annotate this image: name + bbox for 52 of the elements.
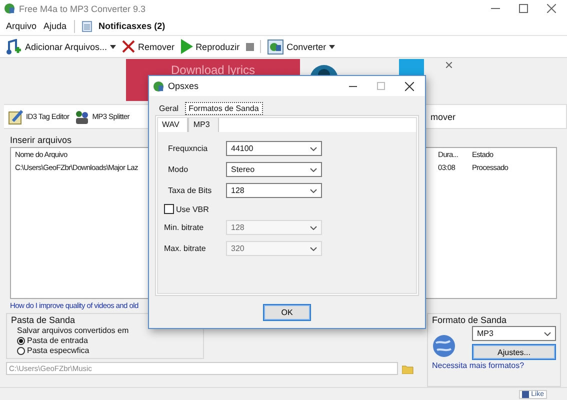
- notifications-menu[interactable]: Notificasxes (2): [98, 21, 166, 32]
- facebook-icon: [522, 390, 530, 398]
- field-label: Taxa de Bits: [167, 186, 213, 195]
- field-label: Min. bitrate: [164, 223, 205, 232]
- pencil-icon: [8, 108, 24, 125]
- chevron-down-icon: [310, 246, 317, 250]
- vbr-checkbox[interactable]: Use VBR: [164, 204, 408, 214]
- group-title: Pasta de Sanda: [11, 315, 76, 326]
- select-field[interactable]: 128: [226, 183, 322, 198]
- play-icon: [180, 39, 193, 54]
- music-note-add-icon: [6, 38, 22, 55]
- notepad-icon: [82, 20, 92, 32]
- chevron-down-icon: [310, 146, 317, 150]
- toolbar-dropdown[interactable]: Converter: [266, 38, 336, 55]
- caret-icon: [110, 44, 116, 49]
- chevron-down-icon: [310, 168, 317, 172]
- tab[interactable]: Geral: [155, 102, 183, 115]
- people-icon: [74, 108, 90, 125]
- field-label: Frequxncia: [167, 144, 209, 153]
- field-label: Modo: [167, 165, 190, 174]
- toolbar-button[interactable]: Reproduzir: [180, 39, 240, 54]
- caption: Salvar arquivos convertidos em: [17, 326, 130, 336]
- convert-icon: [266, 38, 284, 55]
- field-label: Max. bitrate: [164, 244, 207, 253]
- format-select[interactable]: MP3: [472, 326, 556, 342]
- app-icon: [4, 3, 15, 14]
- ok-button[interactable]: OK: [263, 304, 311, 320]
- caret-icon: [329, 44, 336, 49]
- window-title: Free M4a to MP3 Converter 9.3: [19, 4, 147, 14]
- radio-option[interactable]: Pasta especwfica: [17, 346, 199, 356]
- toolbar-button[interactable]: Remover: [122, 40, 175, 54]
- settings-button[interactable]: Ajustes...: [472, 344, 556, 360]
- group-title: Inserir arquivos: [10, 135, 73, 146]
- radio-option[interactable]: Pasta de entrada: [17, 336, 199, 346]
- tab[interactable]: Formatos de Sanda: [184, 102, 263, 115]
- group-title: Formato de Sanda: [432, 315, 508, 326]
- select-field[interactable]: 44100: [226, 141, 322, 156]
- more-formats-link[interactable]: Necessita mais formatos?: [432, 361, 556, 370]
- chevron-down-icon: [310, 188, 317, 192]
- x-icon: [122, 40, 136, 54]
- stop-icon: [246, 42, 254, 51]
- globe-icon: [432, 334, 456, 358]
- select-field[interactable]: Stereo: [226, 162, 322, 177]
- chevron-down-icon: [310, 226, 317, 230]
- chevron-down-icon: [544, 332, 551, 336]
- tab[interactable]: MP3: [188, 118, 219, 132]
- dialog-title: Opsxes: [168, 81, 200, 91]
- tool-button[interactable]: mover: [430, 112, 456, 122]
- toolbar-dropdown[interactable]: Adicionar Arquivos...: [6, 38, 116, 55]
- menu-item[interactable]: Arquivo: [6, 21, 37, 32]
- app-icon: [153, 80, 164, 92]
- menu-item[interactable]: Ajuda: [44, 21, 67, 32]
